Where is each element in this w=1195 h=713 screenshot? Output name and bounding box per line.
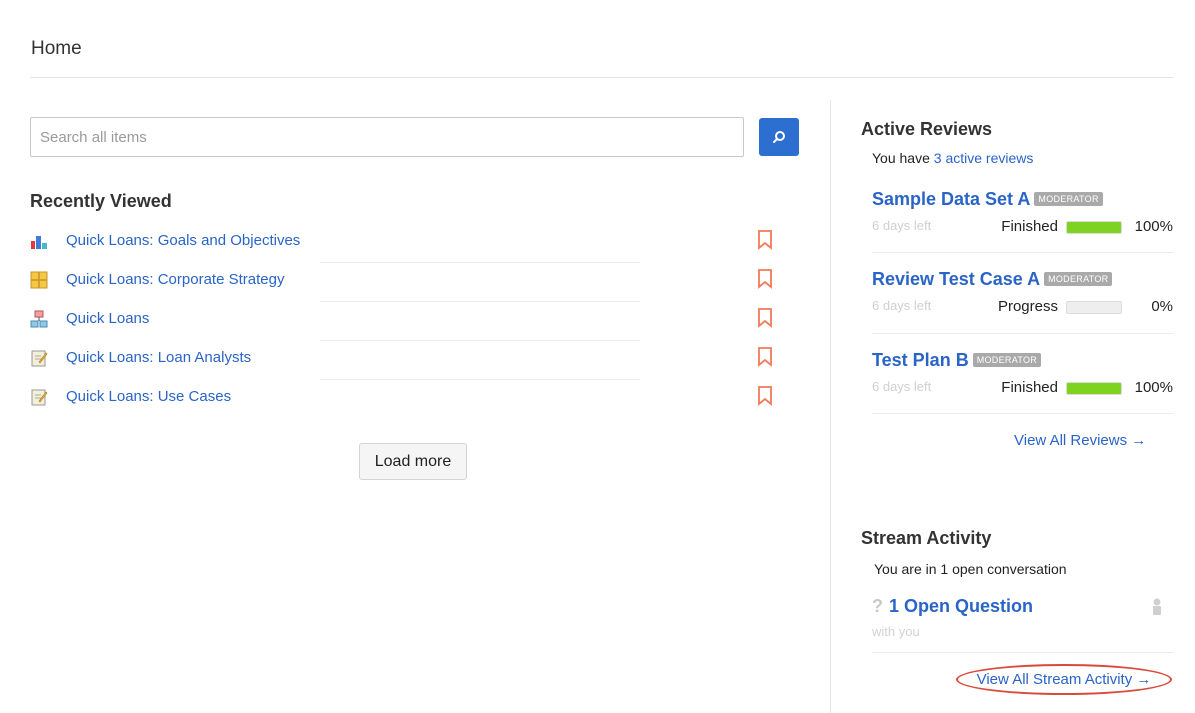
- bookmark-icon[interactable]: [757, 386, 773, 406]
- review-percent: 100%: [1134, 379, 1173, 396]
- review-card: Test Plan B MODERATOR 6 days left Finishe…: [872, 350, 1173, 398]
- progress-bar: [1066, 382, 1122, 395]
- recent-item-link[interactable]: Quick Loans: [66, 310, 149, 327]
- view-all-stream-activity-link[interactable]: View All Stream Activity →: [956, 664, 1172, 695]
- open-question-label: 1 Open Question: [889, 596, 1034, 616]
- recent-item-link[interactable]: Quick Loans: Loan Analysts: [66, 349, 251, 366]
- person-icon: [1153, 598, 1161, 615]
- progress-bar: [1066, 221, 1122, 234]
- active-reviews-title: Active Reviews: [861, 119, 993, 139]
- active-reviews-summary: You have 3 active reviews: [872, 150, 1033, 166]
- bookmark-icon[interactable]: [757, 230, 773, 250]
- role-badge: MODERATOR: [1034, 192, 1103, 206]
- review-percent: 0%: [1151, 298, 1173, 315]
- review-status: Finished: [1001, 379, 1058, 396]
- title-divider: [30, 77, 1173, 78]
- active-reviews-link[interactable]: 3 active reviews: [934, 150, 1034, 166]
- review-divider: [872, 252, 1173, 253]
- list-item: Quick Loans: Loan Analysts: [30, 341, 790, 380]
- review-status: Finished: [1001, 218, 1058, 235]
- progress-fill: [1067, 383, 1121, 394]
- recently-viewed-title: Recently Viewed: [30, 191, 172, 211]
- summary-prefix: You have: [872, 150, 934, 166]
- recent-item-link[interactable]: Quick Loans: Use Cases: [66, 388, 231, 405]
- bookmark-icon[interactable]: [757, 269, 773, 289]
- page-title: Home: [31, 38, 82, 59]
- chart-icon: [31, 236, 47, 249]
- list-item: Quick Loans: Use Cases: [30, 380, 790, 419]
- review-name-link[interactable]: Review Test Case A: [872, 269, 1040, 289]
- open-question-link[interactable]: ? 1 Open Question: [872, 596, 1033, 617]
- column-divider: [830, 100, 831, 713]
- document-edit-icon: [31, 389, 48, 406]
- bookmark-icon[interactable]: [757, 308, 773, 328]
- review-time-left: 6 days left: [872, 298, 932, 313]
- conversation-participants: with you: [872, 624, 920, 639]
- review-status: Progress: [997, 298, 1058, 315]
- review-name-link[interactable]: Sample Data Set A: [872, 189, 1030, 209]
- search-input[interactable]: [30, 117, 744, 157]
- list-item: Quick Loans: Corporate Strategy: [30, 263, 790, 302]
- stream-activity-summary: You are in 1 open conversation: [874, 561, 1067, 577]
- bookmark-icon[interactable]: [757, 347, 773, 367]
- search-icon: [773, 131, 785, 143]
- progress-bar: [1066, 301, 1122, 314]
- document-edit-icon: [31, 350, 48, 367]
- role-badge: MODERATOR: [972, 353, 1042, 367]
- review-divider: [872, 413, 1173, 414]
- stream-activity-title: Stream Activity: [861, 528, 992, 548]
- grid-icon: [30, 271, 48, 289]
- review-time-left: 6 days left: [872, 379, 932, 394]
- load-more-button[interactable]: Load more: [359, 443, 467, 480]
- role-badge: MODERATOR: [1044, 272, 1113, 286]
- recently-viewed-list: Quick Loans: Goals and Objectives Quick …: [30, 224, 790, 419]
- list-item: Quick Loans: [30, 302, 790, 341]
- view-all-reviews-link[interactable]: View All Reviews →: [1014, 432, 1146, 449]
- progress-fill: [1067, 222, 1121, 233]
- review-card: Sample Data Set A MODERATOR 6 days left F…: [872, 189, 1173, 237]
- search-button[interactable]: [759, 118, 799, 156]
- recent-item-link[interactable]: Quick Loans: Goals and Objectives: [66, 232, 300, 249]
- review-divider: [872, 333, 1173, 334]
- question-icon: ?: [872, 596, 883, 616]
- review-time-left: 6 days left: [872, 218, 932, 233]
- review-name-link[interactable]: Test Plan B: [872, 350, 969, 370]
- list-item: Quick Loans: Goals and Objectives: [30, 224, 790, 263]
- review-card: Review Test Case A MODERATOR 6 days left …: [872, 269, 1173, 317]
- stream-divider: [872, 652, 1173, 653]
- review-percent: 100%: [1134, 218, 1173, 235]
- hierarchy-icon: [30, 310, 48, 328]
- recent-item-link[interactable]: Quick Loans: Corporate Strategy: [66, 271, 284, 288]
